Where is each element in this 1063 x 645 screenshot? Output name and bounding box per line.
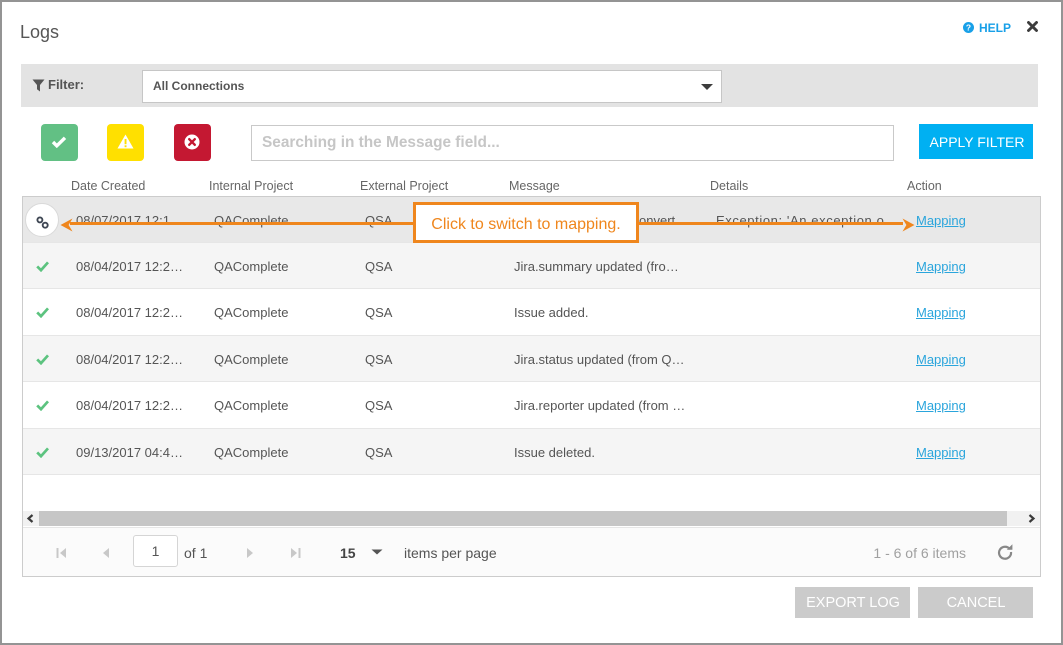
svg-text:?: ?	[966, 22, 971, 32]
